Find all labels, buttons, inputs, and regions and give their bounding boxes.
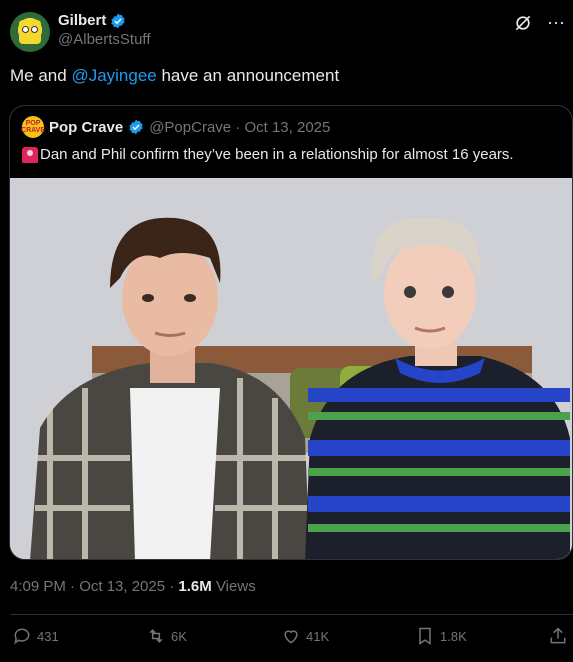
author-names: Gilbert @AlbertsStuff — [58, 12, 151, 48]
siren-icon — [22, 146, 38, 163]
views-count: 1.6M — [178, 578, 212, 595]
verified-badge-icon — [111, 13, 126, 28]
reply-button[interactable]: 431 — [12, 626, 59, 646]
like-count: 41K — [306, 628, 330, 644]
quote-handle-date: @PopCrave · Oct 13, 2025 — [149, 118, 331, 136]
author-display-name[interactable]: Gilbert — [58, 12, 106, 29]
like-button[interactable]: 41K — [281, 626, 329, 646]
tweet-meta: 4:09 PM · Oct 13, 2025 · 1.6M Views — [10, 578, 256, 595]
quote-text-content: Dan and Phil confirm they’ve been in a r… — [40, 146, 514, 163]
repost-count: 6K — [171, 628, 187, 644]
reply-icon — [14, 628, 30, 645]
verified-badge-icon — [129, 119, 143, 135]
quote-author-avatar[interactable]: POP CRAVE — [21, 116, 45, 138]
quote-author-name[interactable]: Pop Crave — [49, 119, 123, 136]
repost-icon — [149, 629, 163, 643]
mention-link[interactable]: @Jayingee — [71, 66, 156, 85]
divider — [10, 614, 573, 615]
heart-icon — [284, 630, 298, 644]
tweet-text-prefix: Me and — [10, 66, 72, 85]
tweet-text-suffix: have an announcement — [156, 66, 340, 85]
bookmark-count: 1.8K — [440, 628, 467, 644]
author-display-name-row[interactable]: Gilbert — [58, 12, 151, 29]
tweet-timestamp[interactable]: 4:09 PM · Oct 13, 2025 · — [10, 578, 178, 595]
action-bar: 431 6K 41K 1.8K — [0, 626, 573, 652]
share-icon — [550, 627, 566, 644]
bookmark-icon — [419, 627, 431, 645]
bookmark-button[interactable]: 1.8K — [415, 626, 467, 646]
repost-button[interactable]: 6K — [146, 626, 187, 646]
reply-count: 431 — [37, 628, 59, 644]
share-button[interactable] — [548, 626, 568, 646]
quote-text: Dan and Phil confirm they’ve been in a r… — [22, 146, 514, 163]
tweet-header: Gilbert @AlbertsStuff ··· — [10, 8, 565, 52]
quoted-tweet[interactable]: POP CRAVE Pop Crave @PopCrave · Oct 13, … — [9, 105, 573, 560]
views-label: Views — [211, 578, 256, 595]
author-handle[interactable]: @AlbertsStuff — [58, 31, 151, 48]
more-options-icon[interactable]: ··· — [547, 12, 565, 33]
quote-media-image[interactable] — [10, 178, 573, 560]
tweet-text: Me and @Jayingee have an announcement — [10, 66, 339, 86]
grok-icon[interactable] — [513, 13, 533, 33]
author-avatar[interactable] — [10, 12, 50, 52]
